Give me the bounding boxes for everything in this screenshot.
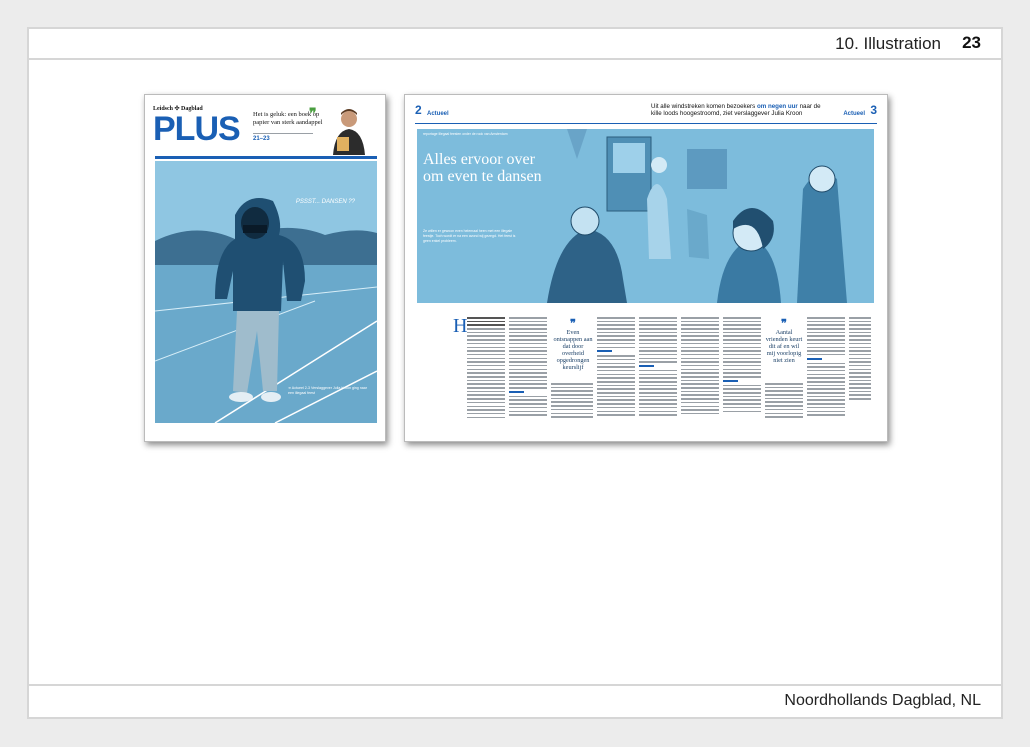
art-kicker: reportage Illegaal feesten onder de rook… xyxy=(423,132,508,136)
left-page-number: 2 xyxy=(415,103,422,117)
text-column-8 xyxy=(765,317,803,427)
article-intro: Ze willen er gewoon even helemaal heen m… xyxy=(423,229,516,243)
front-illustration: PSSST... DANSEN ?? ➔ Actueel 2-3 Verslag… xyxy=(155,161,377,423)
front-page-thumbnail: Leidsch ✣ Dagblad PLUS Het is geluk: een… xyxy=(144,94,386,442)
spread-thumbnail: 2 Actueel Uit alle windstreken komen bez… xyxy=(404,94,888,442)
text-column-6 xyxy=(681,317,719,427)
left-section-label: Actueel xyxy=(427,111,449,117)
spread-headline: Uit alle windstreken komen bezoekers om … xyxy=(651,103,831,117)
right-section-label: Actueel xyxy=(843,111,865,117)
author-portrait xyxy=(333,109,365,155)
header-bar: 10. Illustration 23 xyxy=(29,29,1001,60)
article-body: ❞ Even ontsnappen aan dat door overheid … xyxy=(453,317,871,429)
text-column-7 xyxy=(723,317,761,427)
art-caption: ➔ Actueel 2-3 Verslaggever Julia Kroon g… xyxy=(288,386,367,395)
teaser-sub xyxy=(253,133,333,134)
front-teaser: Het is geluk: een boek op papier van ste… xyxy=(253,111,333,142)
art-speech-text: PSSST... DANSEN ?? xyxy=(295,199,355,205)
masthead-rule xyxy=(155,156,377,159)
spread-rule xyxy=(415,123,877,124)
masthead: Leidsch ✣ Dagblad PLUS xyxy=(153,105,253,148)
section-label: 10. Illustration xyxy=(835,34,941,53)
quote-icon: ❞ xyxy=(570,318,576,330)
teaser-pages: 21–23 xyxy=(253,136,270,143)
text-column-2 xyxy=(509,317,547,427)
right-page-number: 3 xyxy=(870,103,877,117)
quote-mark-icon: ❞ xyxy=(309,105,317,121)
article-title: Alles ervoor over om even te dansen xyxy=(423,151,542,185)
text-column-10 xyxy=(849,317,871,427)
headline-highlight: om negen uur xyxy=(756,103,798,110)
headline-part1: Uit alle windstreken komen bezoekers xyxy=(651,103,757,110)
text-column-9 xyxy=(807,317,845,427)
page-number: 23 xyxy=(962,33,981,52)
plus-logo: PLUS xyxy=(153,110,241,148)
pull-quote-1: ❞ Even ontsnappen aan dat door overheid … xyxy=(553,318,593,372)
text-column-5 xyxy=(639,317,677,427)
party-illustration: reportage Illegaal feesten onder de rook… xyxy=(417,129,874,303)
pull-quote-1-text: Even ontsnappen aan dat door overheid op… xyxy=(553,329,593,371)
footer-bar: Noordhollands Dagblad, NL xyxy=(29,684,1001,717)
text-column-1 xyxy=(467,317,505,427)
teaser-title: Het is geluk: een boek op papier van ste… xyxy=(253,111,323,126)
publication-credit: Noordhollands Dagblad, NL xyxy=(784,692,981,709)
text-column-4 xyxy=(597,317,635,427)
